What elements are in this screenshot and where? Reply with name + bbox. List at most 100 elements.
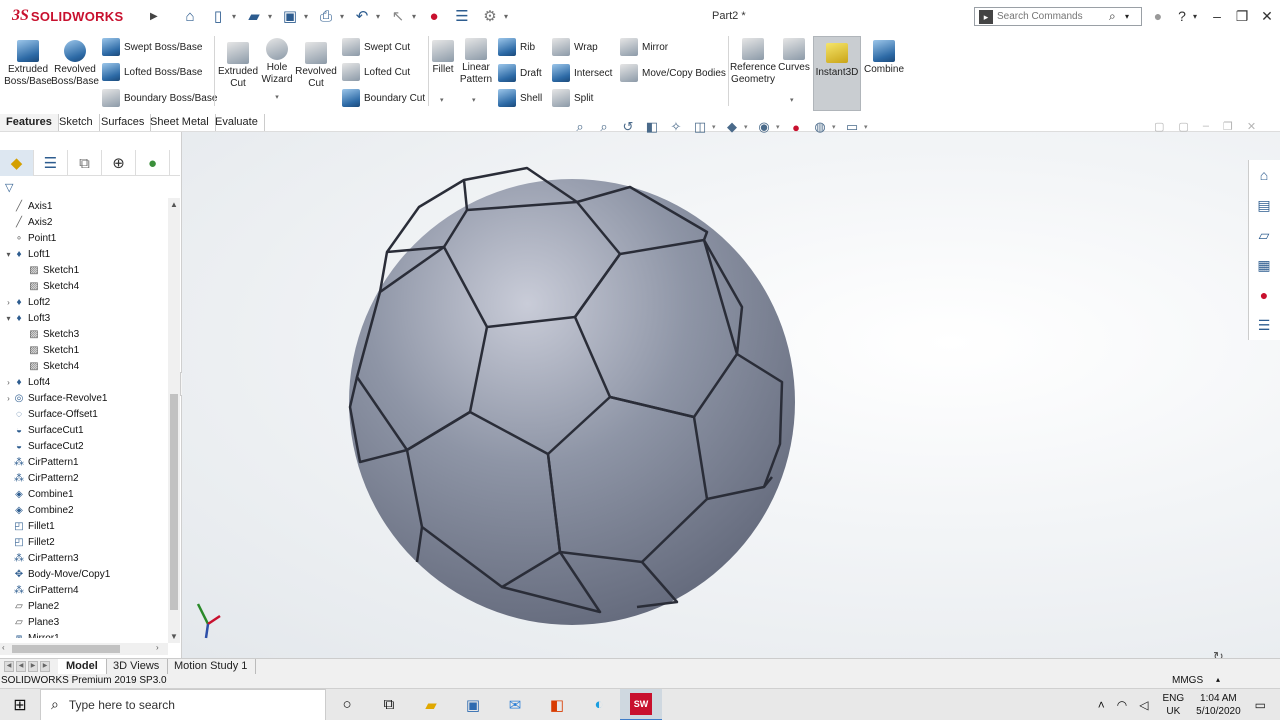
curves-button[interactable]: Curves — [777, 38, 811, 74]
linear-pattern-button[interactable]: Linear Pattern — [458, 38, 494, 86]
select-cursor-icon[interactable]: ↖ — [384, 3, 412, 29]
feature-manager-tab-icon[interactable]: ◆ — [0, 150, 34, 176]
mail-icon[interactable]: ✉ — [494, 689, 536, 720]
open-folder-icon[interactable]: ▰ — [240, 3, 268, 29]
tree-expand-icon[interactable]: › — [4, 394, 13, 403]
hide-show-items-icon[interactable]: ◉ — [752, 118, 776, 136]
search-icon[interactable]: ⌕ — [1109, 9, 1125, 24]
hole-wizard-button[interactable]: Hole Wizard ▾ — [257, 38, 297, 104]
tree-expand-icon[interactable]: ▾ — [4, 314, 13, 323]
tree-item[interactable]: ∘ Point1 — [0, 230, 168, 246]
view-palette-icon[interactable]: ▦ — [1249, 250, 1279, 280]
tree-item[interactable]: ⁂ CirPattern4 — [0, 582, 168, 598]
revolved-boss-button[interactable]: Revolved Boss/Base — [51, 40, 99, 88]
lofted-boss-button[interactable]: Lofted Boss/Base — [102, 63, 202, 81]
wifi-icon[interactable]: ◠ — [1117, 698, 1127, 712]
tree-horizontal-scrollbar[interactable]: ‹ › — [0, 643, 168, 655]
prev-tab-icon[interactable]: ◀ — [16, 661, 26, 672]
undo-dropdown-icon[interactable]: ▾ — [376, 12, 384, 21]
filter-icon[interactable]: ▽ — [5, 181, 13, 194]
scroll-left-icon[interactable]: ‹ — [2, 643, 5, 652]
tree-expand-icon[interactable]: ▾ — [4, 250, 13, 259]
taskbar-search-box[interactable]: ⌕ Type here to search — [40, 688, 326, 720]
apply-scene-dropdown-icon[interactable]: ▾ — [832, 123, 840, 131]
edge-icon[interactable]: ◐ — [578, 689, 620, 720]
tree-item[interactable]: ◈ Combine1 — [0, 486, 168, 502]
tree-item[interactable]: ▨ Sketch4 — [0, 278, 168, 294]
tree-item[interactable]: ◈ Combine2 — [0, 502, 168, 518]
tab-evaluate[interactable]: Evaluate — [209, 114, 265, 131]
scroll-up-icon[interactable]: ▲ — [170, 200, 178, 209]
minimize-icon[interactable]: – — [1207, 6, 1227, 26]
close-icon[interactable]: ✕ — [1257, 6, 1277, 26]
fillet-dropdown-icon[interactable]: ▾ — [440, 96, 444, 104]
cortana-icon[interactable]: ○ — [326, 689, 368, 720]
options-dropdown-icon[interactable]: ▾ — [504, 12, 512, 21]
open-dropdown-icon[interactable]: ▾ — [268, 12, 276, 21]
tree-item[interactable]: ▨ Sketch3 — [0, 326, 168, 342]
tree-item[interactable]: ⧈ Mirror1 — [0, 630, 168, 639]
tree-item[interactable]: ▨ Sketch4 — [0, 358, 168, 374]
view-settings-icon[interactable]: ▭ — [840, 118, 864, 136]
tab-3d-views[interactable]: 3D Views — [105, 659, 169, 674]
tree-item[interactable]: ⁂ CirPattern2 — [0, 470, 168, 486]
task-view-icon[interactable]: ⧉ — [368, 689, 410, 720]
tree-expand-icon[interactable]: › — [4, 298, 13, 307]
tree-item[interactable]: › ♦ Loft2 — [0, 294, 168, 310]
draft-button[interactable]: Draft — [498, 64, 542, 82]
next-tab-icon[interactable]: ▶ — [28, 661, 38, 672]
apply-scene-icon[interactable]: ◍ — [808, 118, 832, 136]
new-document-icon[interactable]: ▯ — [204, 3, 232, 29]
solidworks-taskbar-icon[interactable]: SW — [620, 688, 662, 720]
taskbar-clock[interactable]: 1:04 AM 5/10/2020 — [1196, 692, 1241, 718]
hide-show-dropdown-icon[interactable]: ▾ — [776, 123, 784, 131]
viewport-split-icon[interactable]: ▢ — [1178, 120, 1188, 133]
zoom-to-fit-icon[interactable]: ⌕ — [568, 118, 592, 136]
tree-item[interactable]: ▨ Sketch1 — [0, 342, 168, 358]
zoom-to-area-icon[interactable]: ⌕ — [592, 118, 616, 136]
dimxpert-tab-icon[interactable]: ⊕ — [102, 150, 136, 176]
boundary-boss-button[interactable]: Boundary Boss/Base — [102, 89, 217, 107]
tab-sketch[interactable]: Sketch — [53, 114, 100, 131]
property-manager-tab-icon[interactable]: ☰ — [34, 150, 68, 176]
user-account-icon[interactable]: ● — [1148, 6, 1168, 26]
new-dropdown-icon[interactable]: ▾ — [232, 12, 240, 21]
print-icon[interactable]: ⎙ — [312, 3, 340, 29]
search-commands-input[interactable] — [997, 11, 1109, 22]
appearances-icon[interactable]: ● — [1249, 280, 1279, 310]
view-settings-dropdown-icon[interactable]: ▾ — [864, 123, 872, 131]
help-icon[interactable]: ? — [1172, 6, 1192, 26]
print-dropdown-icon[interactable]: ▾ — [340, 12, 348, 21]
display-style-icon[interactable]: ◆ — [720, 118, 744, 136]
help-dropdown-icon[interactable]: ▾ — [1190, 6, 1200, 26]
tree-item[interactable]: ◰ Fillet2 — [0, 534, 168, 550]
menu-expand-icon[interactable]: ▶ — [150, 11, 162, 22]
rebuild-traffic-light-icon[interactable]: ● — [420, 3, 448, 29]
rib-button[interactable]: Rib — [498, 38, 535, 56]
previous-view-icon[interactable]: ↺ — [616, 118, 640, 136]
search-dropdown-icon[interactable]: ▾ — [1125, 12, 1129, 21]
language-indicator[interactable]: ENG UK — [1162, 692, 1184, 718]
custom-properties-icon[interactable]: ☰ — [1249, 310, 1279, 340]
intersect-button[interactable]: Intersect — [552, 64, 612, 82]
lofted-cut-button[interactable]: Lofted Cut — [342, 63, 410, 81]
move-copy-bodies-button[interactable]: Move/Copy Bodies — [620, 64, 726, 82]
restore-icon[interactable]: ❐ — [1232, 6, 1252, 26]
viewport-minimize-icon[interactable]: – — [1203, 120, 1209, 133]
edit-appearance-icon[interactable]: ● — [784, 118, 808, 136]
units-dropdown-icon[interactable]: ▴ — [1216, 675, 1220, 684]
viewport-restore-icon[interactable]: ❐ — [1223, 120, 1233, 133]
extruded-boss-button[interactable]: Extruded Boss/Base — [4, 40, 52, 88]
office-icon[interactable]: ◧ — [536, 689, 578, 720]
display-manager-tab-icon[interactable]: ● — [136, 150, 170, 176]
units-selector[interactable]: MMGS — [1172, 675, 1203, 686]
last-tab-icon[interactable]: ▶ — [40, 661, 50, 672]
graphics-area[interactable]: ↻ — [182, 132, 1280, 658]
tab-sheet-metal[interactable]: Sheet Metal — [144, 114, 216, 131]
resources-home-icon[interactable]: ⌂ — [1249, 160, 1279, 190]
hole-wizard-dropdown-icon[interactable]: ▾ — [275, 92, 279, 104]
file-properties-icon[interactable]: ☰ — [448, 3, 476, 29]
tab-surfaces[interactable]: Surfaces — [95, 114, 152, 131]
tree-item[interactable]: ▾ ♦ Loft1 — [0, 246, 168, 262]
mirror-button[interactable]: Mirror — [620, 38, 668, 56]
